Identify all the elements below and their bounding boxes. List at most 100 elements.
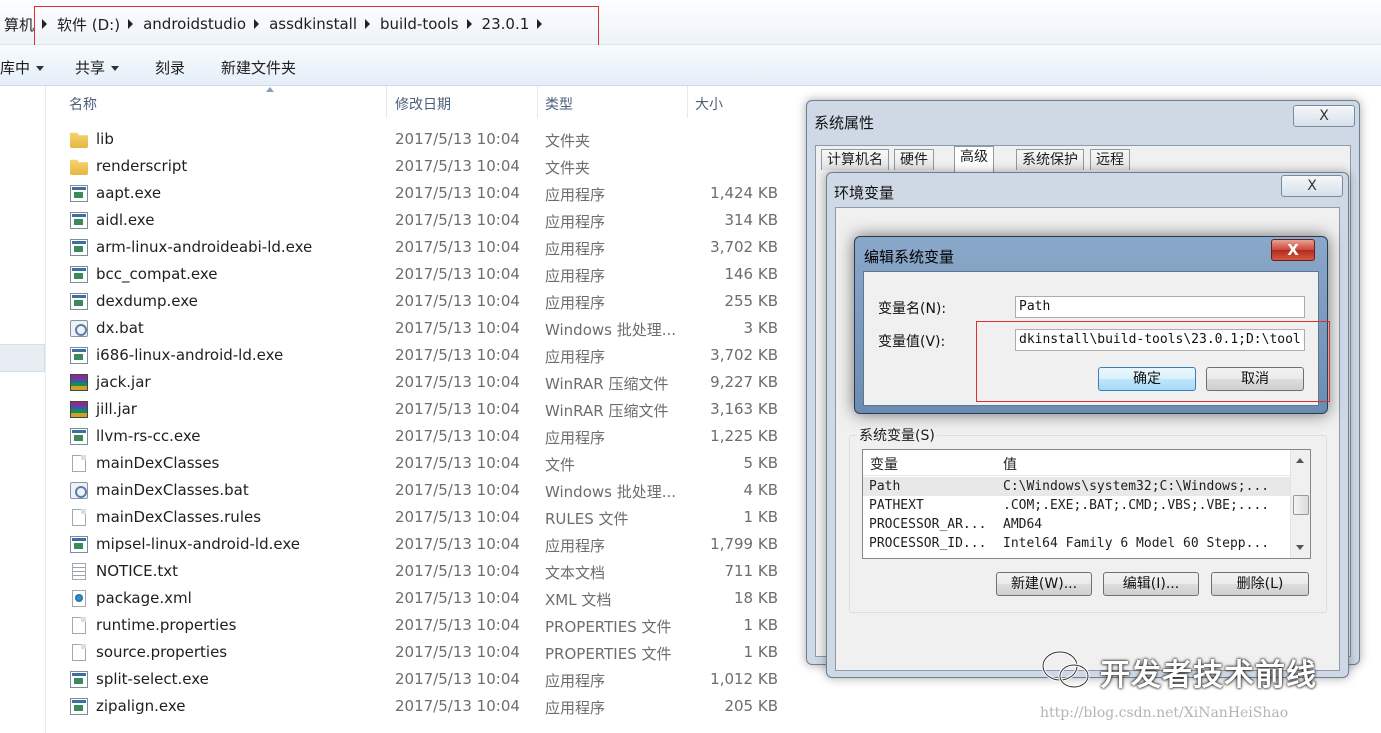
new-variable-button[interactable]: 新建(W)... [996,572,1092,596]
file-row[interactable]: bcc_compat.exe 2017/5/13 10:04 应用程序 146 KB [46,261,806,288]
file-modified: 2017/5/13 10:04 [395,535,520,553]
edit-variable-button[interactable]: 编辑(I)... [1103,572,1199,596]
file-type: 应用程序 [545,267,606,285]
column-divider[interactable] [687,86,688,118]
system-variables-list[interactable]: 变量 值 Path C:\Windows\system32;C:\Windows… [862,449,1311,559]
file-type: 文本文档 [545,564,606,582]
table-row[interactable]: PATHEXT .COM;.EXE;.BAT;.CMD;.VBS;.VBE;..… [863,496,1290,515]
file-type: 应用程序 [545,213,606,231]
file-type: 文件 [545,456,576,474]
file-row[interactable]: renderscript 2017/5/13 10:04 文件夹 [46,153,806,180]
variable-name: PROCESSOR_ID... [869,536,987,551]
file-size: 255 KB [724,292,778,310]
chevron-down-icon [111,66,120,71]
tab-advanced[interactable]: 高级 [954,146,994,172]
close-icon[interactable]: X [1271,239,1315,261]
navigation-pane[interactable] [0,86,46,733]
file-modified: 2017/5/13 10:04 [395,670,520,688]
delete-variable-button[interactable]: 删除(L) [1211,572,1309,596]
file-row[interactable]: aidl.exe 2017/5/13 10:04 应用程序 314 KB [46,207,806,234]
close-icon[interactable]: X [1281,175,1343,197]
file-row[interactable]: mipsel-linux-android-ld.exe 2017/5/13 10:… [46,531,806,558]
file-type: PROPERTIES 文件 [545,645,672,663]
tab-computer-name[interactable]: 计算机名 [821,149,889,170]
file-row[interactable]: split-select.exe 2017/5/13 10:04 应用程序 1,012… [46,666,806,693]
scroll-down-icon[interactable] [1296,545,1304,550]
breadcrumb-computer[interactable]: 算机 [0,14,38,35]
column-header-size[interactable]: 大小 [695,94,723,114]
variable-value: C:\Windows\system32;C:\Windows;... [1003,479,1270,494]
file-icon [72,509,86,526]
new-folder-button[interactable]: 新建文件夹 [221,57,296,78]
close-icon[interactable]: X [1293,105,1355,127]
file-row[interactable]: package.xml 2017/5/13 10:04 XML 文档 18 KB [46,585,806,612]
column-header-variable[interactable]: 变量 [870,454,898,474]
file-modified: 2017/5/13 10:04 [395,130,520,148]
column-header-type[interactable]: 类型 [545,94,573,114]
exe-icon [70,266,88,283]
file-modified: 2017/5/13 10:04 [395,211,520,229]
column-divider[interactable] [537,86,538,118]
file-row[interactable]: dx.bat 2017/5/13 10:04 Windows 批处理... 3 KB [46,315,806,342]
burn-button[interactable]: 刻录 [155,57,185,78]
file-size: 3,163 KB [710,400,778,418]
variable-value: .COM;.EXE;.BAT;.CMD;.VBS;.VBE;.... [1003,498,1270,513]
file-row[interactable]: jack.jar 2017/5/13 10:04 WinRAR 压缩文件 9,227 … [46,369,806,396]
exe-icon [70,239,88,256]
exe-icon [70,536,88,553]
file-name: mipsel-linux-android-ld.exe [96,535,300,553]
file-icon [72,617,86,634]
file-type: 应用程序 [545,240,606,258]
column-header-modified[interactable]: 修改日期 [395,94,451,114]
vertical-scrollbar[interactable] [1290,450,1310,558]
table-row[interactable]: Path C:\Windows\system32;C:\Windows;... [863,477,1290,496]
exe-icon [70,698,88,715]
file-row[interactable]: mainDexClasses.rules 2017/5/13 10:04 RULES… [46,504,806,531]
file-row[interactable]: mainDexClasses.bat 2017/5/13 10:04 Windows… [46,477,806,504]
file-row[interactable]: arm-linux-androideabi-ld.exe 2017/5/13 10… [46,234,806,261]
file-row[interactable]: llvm-rs-cc.exe 2017/5/13 10:04 应用程序 1,225 K… [46,423,806,450]
file-type: WinRAR 压缩文件 [545,402,669,420]
column-header-value[interactable]: 值 [1003,454,1017,474]
xml-icon [72,590,86,607]
table-row[interactable]: PROCESSOR_AR... AMD64 [863,515,1290,534]
file-row[interactable]: runtime.properties 2017/5/13 10:04 PROPERT… [46,612,806,639]
file-row[interactable]: lib 2017/5/13 10:04 文件夹 [46,126,806,153]
file-type: 应用程序 [545,699,606,717]
file-name: dexdump.exe [96,292,198,310]
file-row[interactable]: dexdump.exe 2017/5/13 10:04 应用程序 255 KB [46,288,806,315]
file-size: 5 KB [743,454,778,472]
file-row[interactable]: jill.jar 2017/5/13 10:04 WinRAR 压缩文件 3,163 … [46,396,806,423]
file-type: PROPERTIES 文件 [545,618,672,636]
column-header-name[interactable]: 名称 [69,94,97,114]
file-name: zipalign.exe [96,697,186,715]
file-row[interactable]: NOTICE.txt 2017/5/13 10:04 文本文档 711 KB [46,558,806,585]
file-modified: 2017/5/13 10:04 [395,589,520,607]
tab-hardware[interactable]: 硬件 [894,149,934,170]
file-size: 4 KB [743,481,778,499]
file-row[interactable]: zipalign.exe 2017/5/13 10:04 应用程序 205 KB [46,693,806,720]
variable-value: Intel64 Family 6 Model 60 Stepp... [1003,536,1270,551]
file-icon [72,644,86,661]
scroll-thumb[interactable] [1293,495,1309,515]
column-divider[interactable] [386,86,387,118]
share-button[interactable]: 共享 [75,57,120,78]
nav-selected-item[interactable] [0,344,45,372]
variable-name-input[interactable]: Path [1015,296,1305,318]
winrar-icon [70,374,88,391]
tab-remote[interactable]: 远程 [1090,149,1130,170]
scroll-up-icon[interactable] [1296,458,1304,463]
winrar-icon [70,401,88,418]
file-name: llvm-rs-cc.exe [96,427,201,445]
file-name: dx.bat [96,319,144,337]
file-row[interactable]: mainDexClasses 2017/5/13 10:04 文件 5 KB [46,450,806,477]
highlight-box-path [34,6,599,50]
file-size: 3,702 KB [710,238,778,256]
file-row[interactable]: aapt.exe 2017/5/13 10:04 应用程序 1,424 KB [46,180,806,207]
include-library-button[interactable]: 库中 [0,57,45,78]
table-row[interactable]: PROCESSOR_ID... Intel64 Family 6 Model 6… [863,534,1290,553]
file-row[interactable]: source.properties 2017/5/13 10:04 PROPERTI… [46,639,806,666]
file-row[interactable]: i686-linux-android-ld.exe 2017/5/13 10:04… [46,342,806,369]
tab-system-protection[interactable]: 系统保护 [1016,149,1084,170]
watermark: 开发者技术前线 [1041,650,1317,694]
